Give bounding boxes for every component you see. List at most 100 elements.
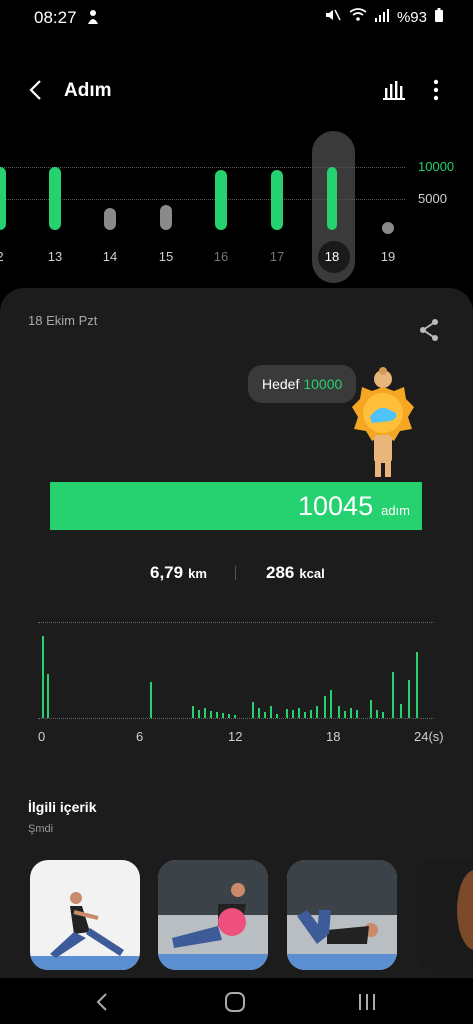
hourly-bar	[330, 690, 332, 718]
hourly-bar	[222, 713, 224, 718]
day-label-16[interactable]: 16	[206, 249, 236, 264]
hourly-steps-chart	[38, 620, 434, 720]
hourly-bar	[338, 706, 340, 718]
hourly-bar	[382, 712, 384, 718]
battery-text: %93	[396, 8, 427, 26]
distance-stat: 6,79 km	[150, 563, 207, 583]
hourly-bar	[370, 700, 372, 718]
nav-home-icon	[225, 992, 245, 1012]
hourly-bar	[324, 696, 326, 718]
hourly-bar	[204, 708, 206, 718]
status-icons: %93	[325, 8, 443, 26]
hourly-bar	[216, 712, 218, 718]
hourly-bar	[252, 702, 254, 718]
distance-value: 6,79	[150, 563, 184, 582]
nav-recents-button[interactable]	[350, 985, 384, 1019]
related-video-thumb-2[interactable]	[158, 860, 268, 970]
hourly-bar	[298, 708, 300, 718]
hourly-bar	[264, 712, 266, 718]
status-time: 08:27	[34, 8, 77, 27]
day-bar-14[interactable]	[104, 207, 116, 230]
hourly-bar	[344, 711, 346, 718]
goal-axis-label: 5000	[418, 190, 447, 206]
stats-divider	[235, 566, 236, 580]
day-bar-2[interactable]	[0, 167, 6, 230]
hourly-bar	[198, 710, 200, 718]
day-bar-15[interactable]	[160, 204, 172, 230]
mute-icon	[325, 8, 341, 26]
bar-chart-icon	[383, 81, 405, 100]
related-video-thumb-4[interactable]	[415, 860, 473, 970]
day-bar-18[interactable]	[327, 166, 337, 230]
signal-icon	[374, 8, 389, 26]
hourly-bar	[47, 674, 49, 718]
hourly-bar	[304, 712, 306, 718]
nav-home-button[interactable]	[218, 985, 252, 1019]
hourly-bar	[228, 714, 230, 718]
selected-date: 18 Ekim Pzt	[28, 313, 98, 328]
hourly-baseline	[38, 718, 434, 719]
goal-value: 10000	[303, 376, 343, 392]
wifi-icon	[349, 8, 367, 26]
nav-back-button[interactable]	[86, 985, 120, 1019]
hourly-bar	[234, 715, 236, 718]
more-vertical-icon	[433, 79, 439, 101]
hourly-x-tick: 6	[136, 729, 144, 744]
hourly-bar	[316, 706, 318, 718]
day-label-18[interactable]: 18	[317, 249, 347, 264]
related-content-title: İlgili içerik	[28, 799, 97, 815]
share-icon	[420, 319, 438, 341]
goal-label: Hedef	[262, 376, 300, 392]
related-content-subtitle: Şmdi	[28, 823, 54, 835]
distance-unit: km	[188, 566, 207, 581]
day-bar-17[interactable]	[271, 170, 283, 230]
day-bar-13[interactable]	[49, 167, 61, 230]
day-label-19[interactable]: 19	[373, 249, 403, 264]
hourly-bar	[210, 711, 212, 718]
hourly-bar	[192, 706, 194, 718]
hourly-bar	[400, 704, 402, 718]
hourly-bar	[392, 672, 394, 718]
hourly-x-tick: 18	[326, 729, 341, 744]
hourly-bar	[292, 710, 294, 718]
goal-line-10000	[0, 167, 405, 168]
back-button[interactable]	[22, 75, 52, 105]
goal-bubble: Hedef 10000	[248, 365, 357, 403]
hourly-bar	[276, 714, 278, 718]
day-label-15[interactable]: 15	[151, 249, 181, 264]
day-label-17[interactable]: 17	[262, 249, 292, 264]
trends-button[interactable]	[382, 78, 406, 102]
nav-back-icon	[96, 993, 107, 1011]
hourly-x-tick: 12	[228, 729, 243, 744]
hourly-bar	[286, 709, 288, 718]
hourly-x-tick: 24(s)	[414, 729, 444, 744]
day-label-13[interactable]: 13	[40, 249, 70, 264]
goal-axis-label: 10000	[418, 159, 455, 174]
share-button[interactable]	[418, 318, 440, 342]
steps-progress-bar: 10045 adım	[50, 482, 422, 530]
day-label-14[interactable]: 14	[95, 249, 125, 264]
day-bar-19[interactable]	[382, 222, 394, 234]
battery-icon	[435, 8, 443, 26]
hourly-bar	[310, 710, 312, 718]
hourly-bar	[416, 652, 418, 718]
chevron-left-icon	[29, 80, 41, 100]
more-options-button[interactable]	[424, 76, 448, 104]
page-title: Adım	[64, 80, 112, 101]
goal-achieved-mascot	[352, 365, 414, 480]
hourly-bar	[408, 680, 410, 718]
hourly-bar	[356, 710, 358, 718]
hourly-top-line	[38, 622, 434, 623]
steps-count: 10045	[298, 491, 374, 521]
calories-value: 286	[266, 563, 295, 582]
hourly-bar	[42, 636, 44, 718]
day-label-2[interactable]: 2	[0, 249, 15, 264]
related-video-thumb-1[interactable]	[30, 860, 140, 970]
related-video-thumb-3[interactable]	[287, 860, 397, 970]
calories-unit: kcal	[299, 566, 325, 581]
hourly-bar	[270, 706, 272, 718]
hourly-bar	[350, 708, 352, 718]
steps-unit: adım	[381, 503, 410, 518]
nav-recents-icon	[359, 994, 375, 1010]
day-bar-16[interactable]	[215, 170, 227, 230]
